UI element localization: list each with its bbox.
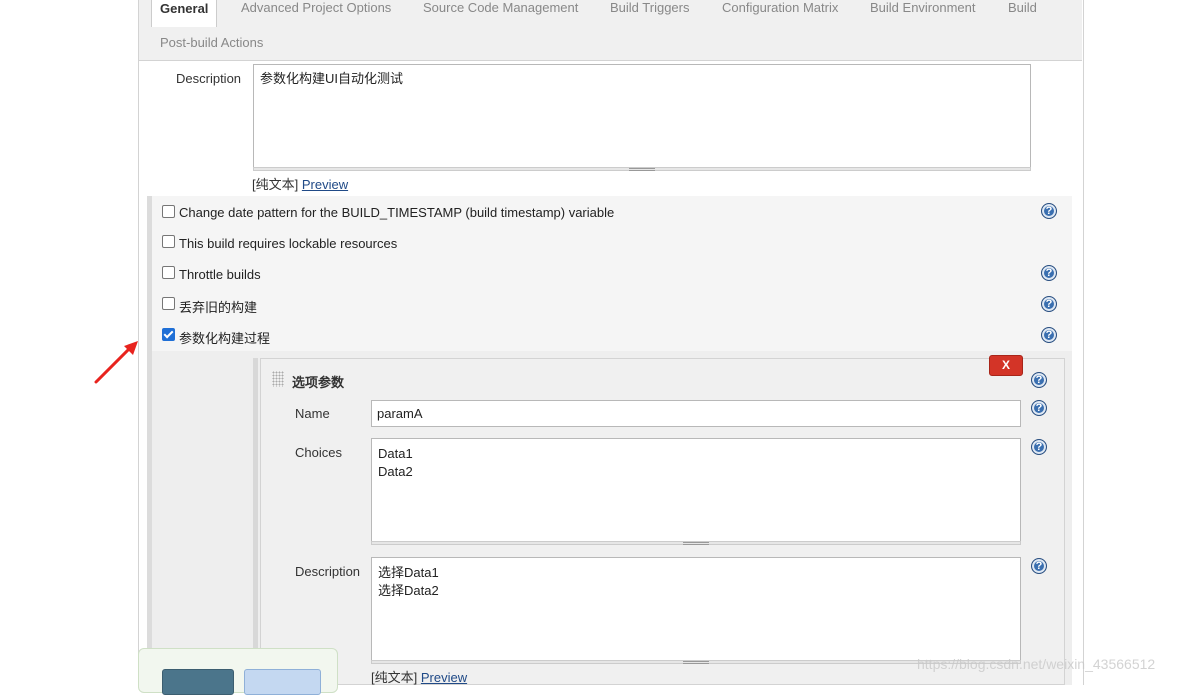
tab-source-code-management[interactable]: Source Code Management	[423, 0, 578, 15]
help-icon[interactable]: ?	[1041, 296, 1057, 312]
tab-bar: General Advanced Project Options Source …	[139, 0, 1082, 61]
description-preview-link[interactable]: Preview	[302, 177, 348, 192]
watermark-text: https://blog.csdn.net/weixin_43566512	[917, 656, 1156, 672]
description-label: Description	[176, 71, 242, 86]
tab-configuration-matrix[interactable]: Configuration Matrix	[722, 0, 838, 15]
drag-handle-icon[interactable]	[272, 371, 284, 387]
option-label-discard-old-builds: 丢弃旧的构建	[179, 300, 258, 315]
parameter-choices-label: Choices	[295, 445, 342, 460]
tab-post-build-actions[interactable]: Post-build Actions	[160, 35, 263, 50]
parameter-choices-textarea[interactable]: Data1 Data2	[371, 438, 1021, 542]
option-checkbox-parameterized-build[interactable]	[162, 328, 175, 341]
tab-build-environment[interactable]: Build Environment	[870, 0, 976, 15]
tab-advanced-project-options[interactable]: Advanced Project Options	[241, 0, 391, 15]
help-icon[interactable]: ?	[1041, 265, 1057, 281]
help-icon[interactable]: ?	[1031, 400, 1047, 416]
option-checkbox-build-timestamp[interactable]	[162, 205, 175, 218]
option-label-build-timestamp: Change date pattern for the BUILD_TIMEST…	[179, 205, 615, 220]
option-label-parameterized-build: 参数化构建过程	[179, 331, 271, 346]
tab-build-triggers[interactable]: Build Triggers	[610, 0, 689, 15]
delete-parameter-button[interactable]: X	[989, 355, 1023, 376]
tab-general[interactable]: General	[151, 0, 218, 27]
parameter-description-format: [纯文本] Preview	[371, 667, 467, 686]
parameter-title: 选项参数	[292, 375, 345, 390]
option-label-lockable-resources: This build requires lockable resources	[179, 236, 398, 251]
option-label-throttle-builds: Throttle builds	[179, 267, 261, 282]
annotation-arrow-icon	[94, 341, 138, 384]
grip-icon	[629, 168, 655, 171]
plain-text-label: [纯文本]	[252, 177, 299, 192]
help-icon[interactable]: ?	[1041, 203, 1057, 219]
parameters-area-border	[253, 358, 258, 685]
tab-build[interactable]: Build	[1008, 0, 1037, 15]
description-resize-handle[interactable]	[253, 167, 1031, 171]
description-textarea[interactable]: 参数化构建UI自动化测试	[253, 64, 1031, 168]
parameter-name-label: Name	[295, 406, 330, 421]
option-checkbox-discard-old-builds[interactable]	[162, 297, 175, 310]
parameter-name-input[interactable]: paramA	[371, 400, 1021, 427]
grip-icon	[683, 661, 709, 664]
help-icon[interactable]: ?	[1031, 558, 1047, 574]
description-format: [纯文本] Preview	[252, 174, 348, 193]
option-checkbox-lockable-resources[interactable]	[162, 235, 175, 248]
grip-icon	[683, 542, 709, 545]
save-button[interactable]	[162, 669, 234, 695]
parameter-preview-link[interactable]: Preview	[421, 670, 467, 685]
help-icon[interactable]: ?	[1031, 439, 1047, 455]
plain-text-label: [纯文本]	[371, 670, 418, 685]
choices-resize-handle[interactable]	[371, 541, 1021, 545]
parameter-description-label: Description	[295, 564, 361, 579]
apply-button[interactable]	[244, 669, 321, 695]
parameter-description-textarea[interactable]: 选择Data1 选择Data2	[371, 557, 1021, 661]
option-checkbox-throttle-builds[interactable]	[162, 266, 175, 279]
help-icon[interactable]: ?	[1031, 372, 1047, 388]
help-icon[interactable]: ?	[1041, 327, 1057, 343]
